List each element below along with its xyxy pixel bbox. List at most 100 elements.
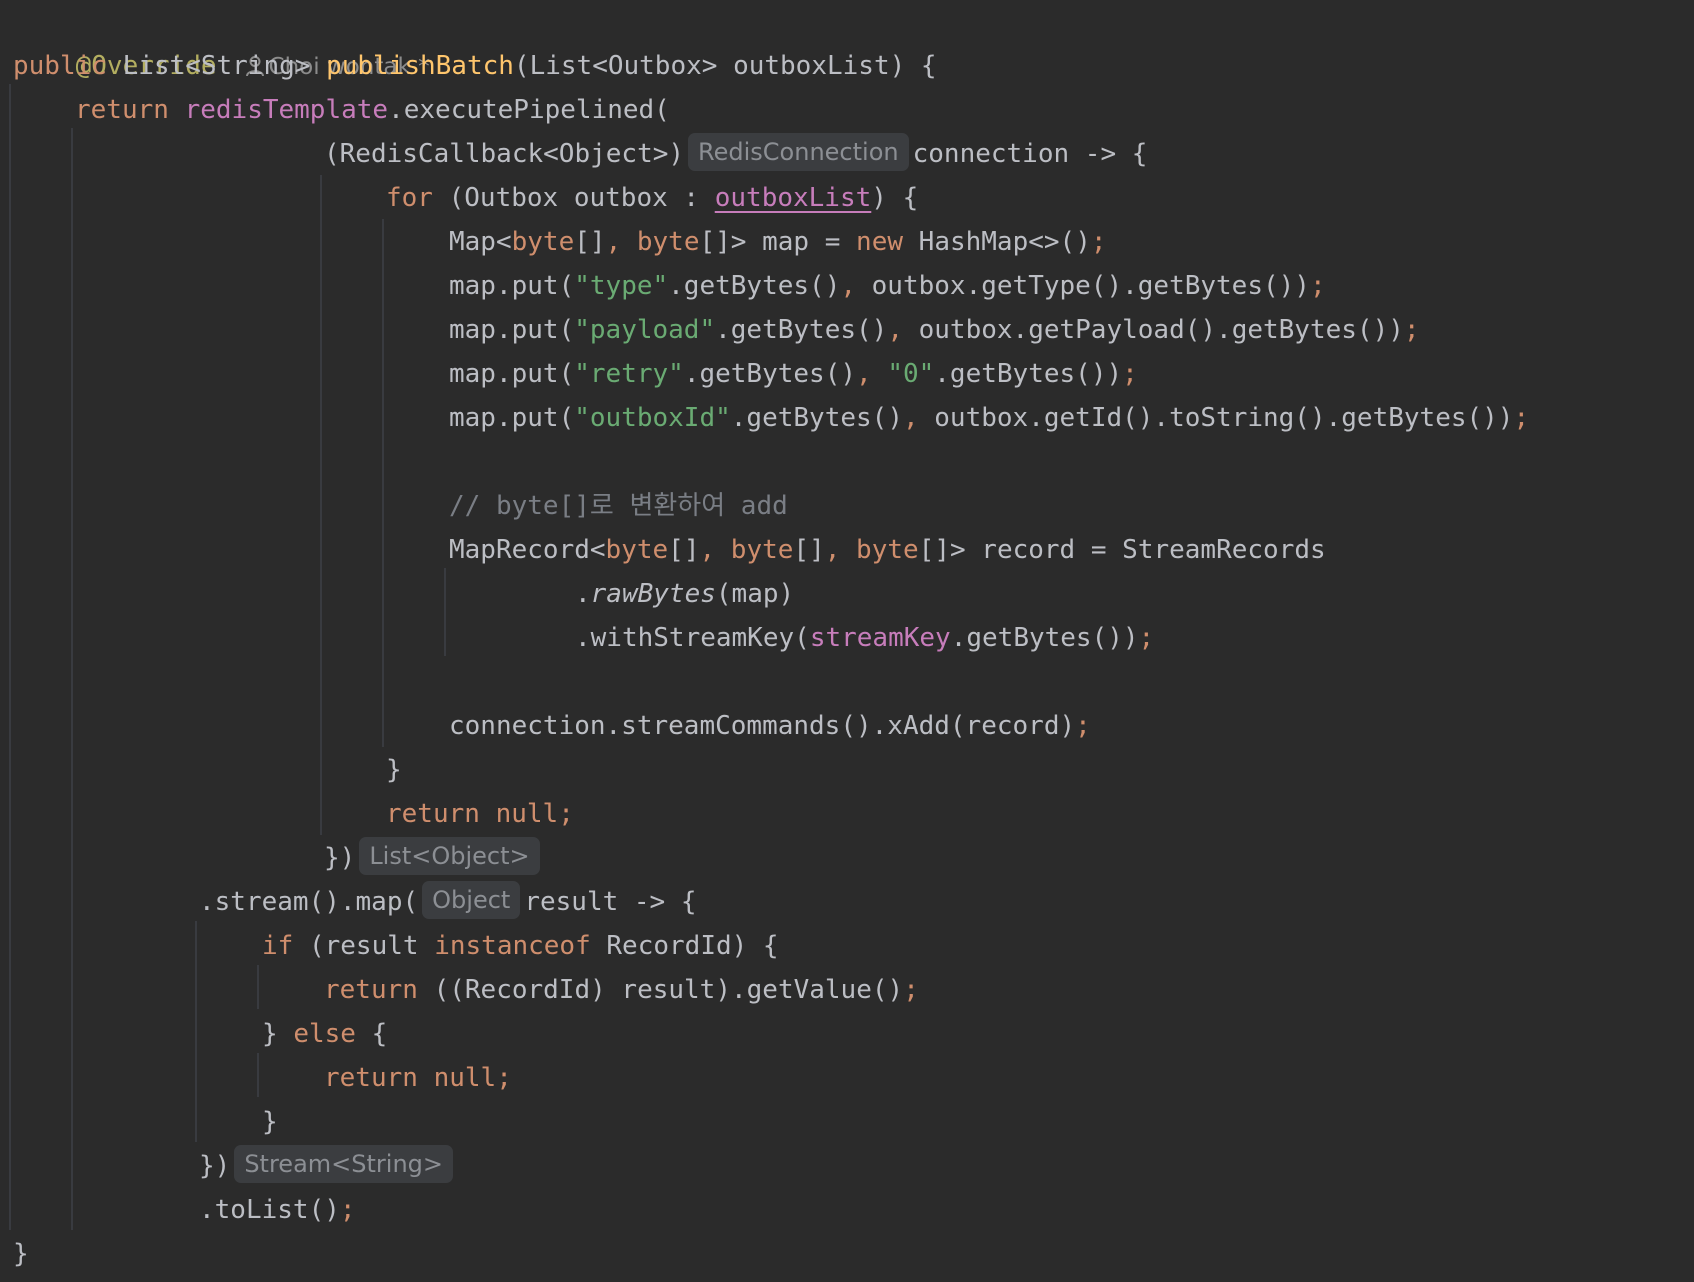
code-text: { bbox=[355, 1019, 388, 1049]
indent-guide bbox=[71, 128, 73, 1230]
indent-guide bbox=[320, 175, 322, 835]
code-line[interactable]: for (Outbox outbox : outboxList) { bbox=[386, 176, 918, 220]
code-line[interactable]: }) List<Object> bbox=[324, 836, 544, 880]
punctuation: , bbox=[856, 359, 888, 389]
code-line[interactable]: map.put("outboxId".getBytes(), outbox.ge… bbox=[449, 396, 1529, 440]
code-text: .getBytes() bbox=[683, 359, 856, 389]
code-text: (result bbox=[293, 931, 435, 961]
code-text: RecordId) { bbox=[590, 931, 779, 961]
code-text: result -> { bbox=[524, 887, 697, 917]
semicolon: ; bbox=[1513, 403, 1530, 433]
code-line[interactable]: .withStreamKey(streamKey.getBytes()); bbox=[575, 616, 1154, 660]
code-text: .getBytes() bbox=[668, 271, 841, 301]
keyword: byte bbox=[605, 535, 669, 565]
code-line[interactable]: } bbox=[386, 748, 402, 792]
semicolon: ; bbox=[496, 1063, 512, 1093]
code-text: .stream().map( bbox=[199, 887, 419, 917]
parameter-reference[interactable]: outboxList bbox=[715, 183, 872, 213]
code-text: .executePipelined( bbox=[388, 95, 670, 125]
code-line[interactable]: return null; bbox=[386, 792, 574, 836]
code-line[interactable]: if (result instanceof RecordId) { bbox=[262, 924, 779, 968]
code-line[interactable]: map.put("retry".getBytes(), "0".getBytes… bbox=[449, 352, 1138, 396]
keyword: byte bbox=[730, 535, 794, 565]
code-editor[interactable]: @Override Choi wontak * public List<Strin… bbox=[0, 0, 1694, 1282]
string-literal: "0" bbox=[887, 359, 935, 389]
code-line[interactable]: MapRecord<byte[], byte[], byte[]> record… bbox=[449, 528, 1326, 572]
semicolon: ; bbox=[558, 799, 574, 829]
code-text: map.put( bbox=[449, 403, 575, 433]
code-text: outbox.getType().getBytes()) bbox=[871, 271, 1310, 301]
keyword: return bbox=[324, 975, 418, 1005]
code-line[interactable]: .rawBytes(map) bbox=[575, 572, 794, 616]
keyword: if bbox=[262, 931, 294, 961]
code-line[interactable]: public List<String> publishBatch(List<Ou… bbox=[13, 44, 937, 88]
punctuation: , bbox=[887, 315, 919, 345]
string-literal: "payload" bbox=[574, 315, 716, 345]
code-text: } bbox=[386, 755, 402, 785]
inlay-hint[interactable]: List<Object> bbox=[359, 837, 540, 875]
code-line[interactable]: return ((RecordId) result).getValue(); bbox=[324, 968, 919, 1012]
code-line[interactable]: .toList(); bbox=[199, 1188, 356, 1232]
code-line[interactable]: Map<byte[], byte[]> map = new HashMap<>(… bbox=[449, 220, 1107, 264]
code-text: (List<Outbox> outboxList) { bbox=[513, 51, 937, 81]
punctuation: , bbox=[824, 535, 857, 565]
code-line[interactable]: map.put("payload".getBytes(), outbox.get… bbox=[449, 308, 1420, 352]
code-text: (Outbox outbox : bbox=[432, 183, 715, 213]
semicolon: ; bbox=[1138, 623, 1155, 653]
semicolon: ; bbox=[1403, 315, 1420, 345]
code-line[interactable]: connection.streamCommands().xAdd(record)… bbox=[449, 704, 1091, 748]
code-text: Map< bbox=[449, 227, 512, 257]
code-text: outbox.getId().toString().getBytes()) bbox=[934, 403, 1514, 433]
keyword: return null bbox=[324, 1063, 497, 1093]
code-text: }) bbox=[324, 843, 356, 873]
code-text: map.put( bbox=[449, 271, 575, 301]
code-text: HashMap<>() bbox=[903, 227, 1091, 257]
keyword: byte bbox=[511, 227, 575, 257]
code-line[interactable]: (RedisCallback<Object>) RedisConnection co… bbox=[324, 132, 1147, 176]
comment: // byte[]로 변환하여 add bbox=[449, 491, 788, 521]
keyword: return null bbox=[386, 799, 559, 829]
inlay-hint[interactable]: Stream<String> bbox=[234, 1145, 453, 1183]
indent-guide bbox=[382, 219, 384, 747]
code-text: []> record = StreamRecords bbox=[918, 535, 1326, 565]
code-text: []> map = bbox=[699, 227, 857, 257]
code-text: } bbox=[262, 1019, 294, 1049]
code-text: }) bbox=[199, 1151, 231, 1181]
code-text: [] bbox=[668, 535, 700, 565]
string-literal: "type" bbox=[574, 271, 669, 301]
punctuation: , bbox=[840, 271, 872, 301]
code-text: .toList() bbox=[199, 1195, 340, 1225]
code-text: [] bbox=[574, 227, 606, 257]
punctuation: , bbox=[902, 403, 935, 433]
inlay-hint[interactable]: Object bbox=[422, 881, 521, 919]
code-text: [] bbox=[793, 535, 825, 565]
code-line[interactable]: // byte[]로 변환하여 add bbox=[449, 484, 788, 528]
keyword: for bbox=[386, 183, 433, 213]
code-line[interactable]: } bbox=[13, 1232, 29, 1276]
static-method[interactable]: rawBytes bbox=[591, 579, 716, 609]
code-text: connection -> { bbox=[912, 139, 1148, 169]
code-line[interactable]: } bbox=[262, 1100, 278, 1144]
code-text: .getBytes()) bbox=[950, 623, 1139, 653]
code-line[interactable]: .stream().map(Object result -> { bbox=[199, 880, 697, 924]
code-line[interactable]: } else { bbox=[262, 1012, 387, 1056]
code-text: ((RecordId) result).getValue() bbox=[417, 975, 904, 1005]
field-reference[interactable]: streamKey bbox=[810, 623, 951, 653]
code-line[interactable]: }) Stream<String> bbox=[199, 1144, 457, 1188]
string-literal: "retry" bbox=[574, 359, 684, 389]
inlay-hint[interactable]: RedisConnection bbox=[688, 133, 909, 171]
method-name[interactable]: publishBatch bbox=[326, 51, 514, 81]
code-line[interactable]: return redisTemplate.executePipelined( bbox=[75, 88, 670, 132]
keyword: public bbox=[13, 51, 107, 81]
code-text: map.put( bbox=[449, 315, 575, 345]
semicolon: ; bbox=[339, 1195, 356, 1225]
code-line[interactable]: return null; bbox=[324, 1056, 512, 1100]
code-text: (RedisCallback<Object>) bbox=[324, 139, 685, 169]
code-text: connection.streamCommands().xAdd(record) bbox=[449, 711, 1076, 741]
indent-guide bbox=[257, 965, 259, 1009]
code-line[interactable]: map.put("type".getBytes(), outbox.getTyp… bbox=[449, 264, 1326, 308]
field-reference[interactable]: redisTemplate bbox=[185, 95, 389, 125]
code-text: MapRecord< bbox=[449, 535, 606, 565]
code-text: .withStreamKey( bbox=[575, 623, 810, 653]
